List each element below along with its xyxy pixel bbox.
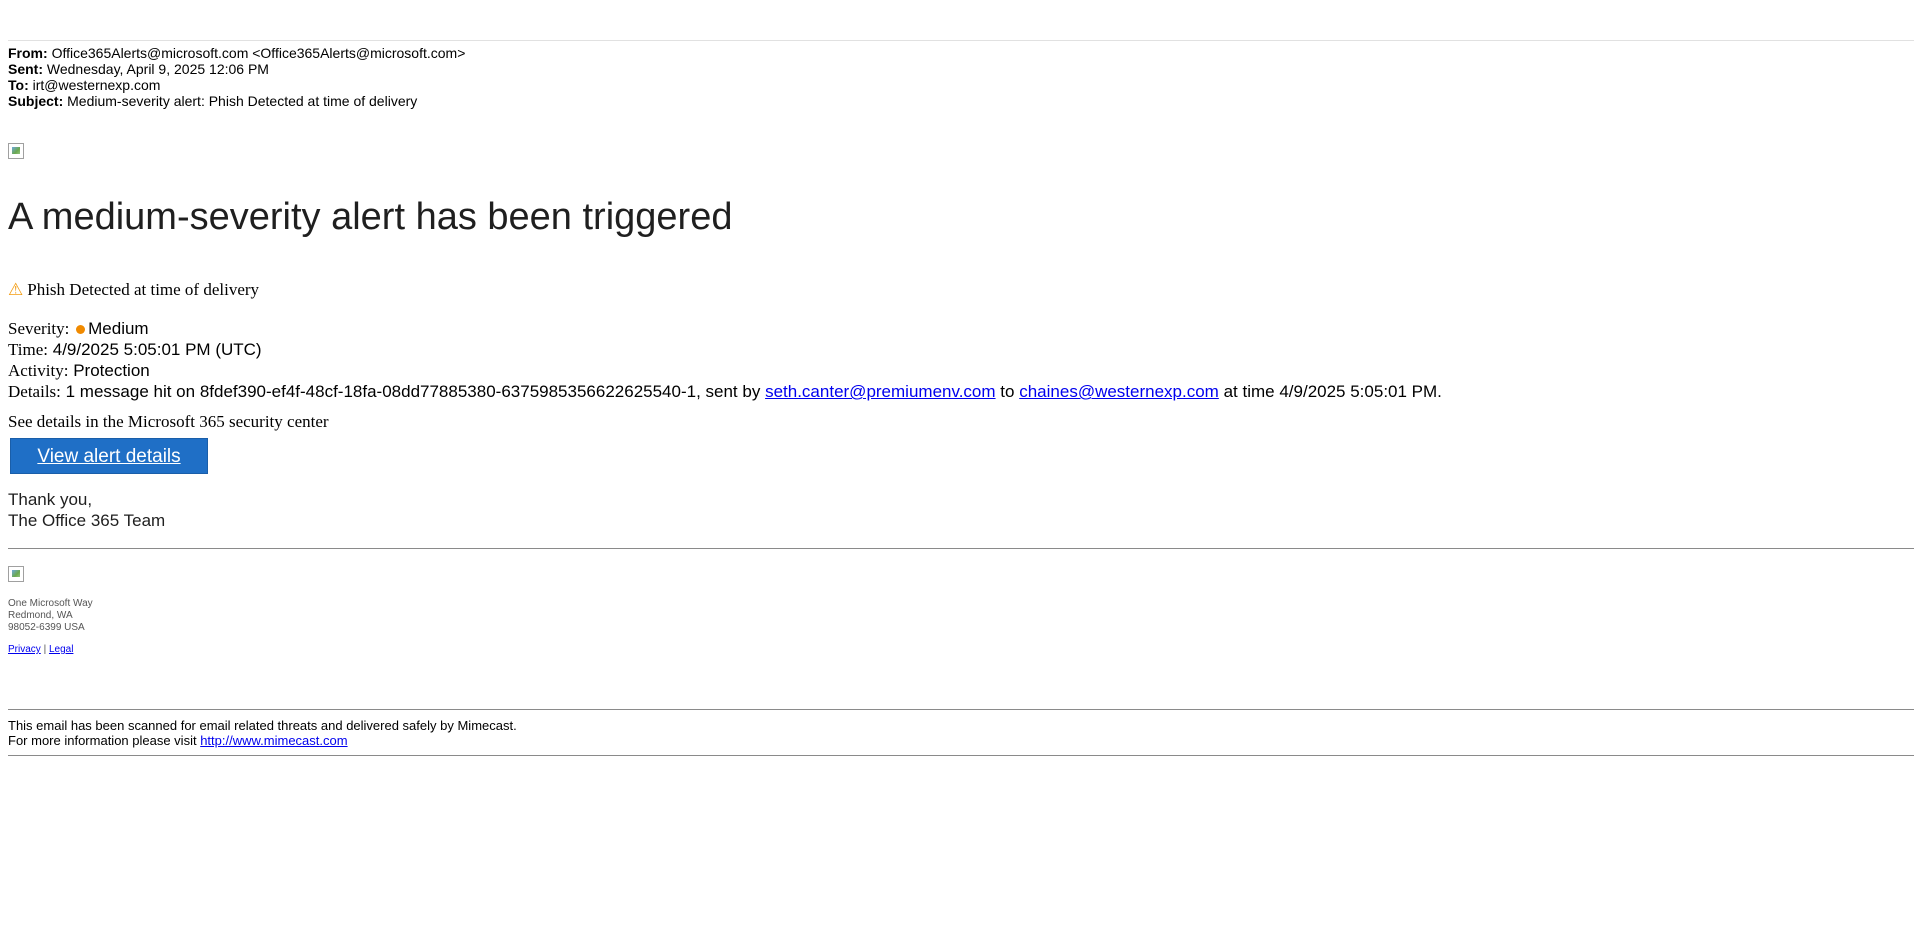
mimecast-top-divider	[8, 709, 1914, 710]
from-label: From:	[8, 45, 48, 61]
details-line: Details: 1 message hit on 8fdef390-ef4f-…	[8, 381, 1442, 402]
microsoft-footer-logo-image	[8, 566, 24, 582]
alert-name: ⚠ Phish Detected at time of delivery	[8, 279, 259, 301]
details-label: Details:	[8, 382, 61, 401]
sent-label: Sent:	[8, 61, 43, 77]
recipient-email-link[interactable]: chaines@westernexp.com	[1019, 382, 1219, 401]
to-label: To:	[8, 77, 29, 93]
to-line: To: irt@westernexp.com	[8, 77, 465, 93]
sent-value: Wednesday, April 9, 2025 12:06 PM	[46, 61, 269, 77]
subject-line: Subject: Medium-severity alert: Phish De…	[8, 93, 465, 109]
see-details-text: See details in the Microsoft 365 securit…	[8, 412, 329, 431]
severity-label: Severity:	[8, 319, 70, 338]
subject-label: Subject:	[8, 93, 64, 109]
to-value: irt@westernexp.com	[32, 77, 161, 93]
mimecast-bottom-divider	[8, 755, 1914, 756]
header-divider	[8, 40, 1914, 41]
mimecast-line-1: This email has been scanned for email re…	[8, 718, 517, 733]
mimecast-notice: This email has been scanned for email re…	[8, 718, 517, 748]
severity-line: Severity: Medium	[8, 318, 1442, 339]
address-line-3: 98052-6399 USA	[8, 622, 85, 633]
time-label: Time:	[8, 340, 49, 359]
footer-link-separator: |	[43, 644, 47, 655]
activity-value: Protection	[73, 361, 150, 380]
alert-details: Severity: Medium Time: 4/9/2025 5:05:01 …	[8, 318, 1442, 402]
from-value: Office365Alerts@microsoft.com <Office365…	[51, 45, 466, 61]
sender-email-link[interactable]: seth.canter@premiumenv.com	[765, 382, 995, 401]
mimecast-line-2: For more information please visit http:/…	[8, 733, 517, 748]
mimecast-link[interactable]: http://www.mimecast.com	[200, 733, 347, 748]
company-address: One Microsoft Way Redmond, WA 98052-6399…	[8, 598, 93, 634]
address-line-1: One Microsoft Way	[8, 598, 93, 609]
footer-links: Privacy | Legal	[8, 644, 73, 656]
warning-icon: ⚠	[8, 280, 24, 300]
page-title: A medium-severity alert has been trigger…	[8, 196, 733, 238]
time-value: 4/9/2025 5:05:01 PM (UTC)	[52, 340, 262, 359]
email-headers: From: Office365Alerts@microsoft.com <Off…	[8, 45, 465, 109]
details-to: to	[1000, 382, 1015, 401]
team-name: The Office 365 Team	[8, 511, 166, 530]
mimecast-line-2-text: For more information please visit	[8, 733, 197, 748]
activity-label: Activity:	[8, 361, 69, 380]
details-suffix: at time 4/9/2025 5:05:01 PM.	[1223, 382, 1442, 401]
address-line-2: Redmond, WA	[8, 610, 73, 621]
time-line: Time: 4/9/2025 5:05:01 PM (UTC)	[8, 339, 1442, 360]
severity-dot-icon	[76, 324, 86, 334]
from-line: From: Office365Alerts@microsoft.com <Off…	[8, 45, 465, 61]
subject-value: Medium-severity alert: Phish Detected at…	[67, 93, 418, 109]
sent-line: Sent: Wednesday, April 9, 2025 12:06 PM	[8, 61, 465, 77]
view-alert-details-label: View alert details	[37, 446, 181, 467]
activity-line: Activity: Protection	[8, 360, 1442, 381]
alert-name-text: Phish Detected at time of delivery	[27, 280, 260, 299]
view-alert-details-button[interactable]: View alert details	[10, 438, 208, 474]
footer-divider	[8, 548, 1914, 549]
legal-link[interactable]: Legal	[49, 644, 73, 655]
privacy-link[interactable]: Privacy	[8, 644, 41, 655]
severity-value: Medium	[88, 319, 149, 338]
signoff: Thank you, The Office 365 Team	[8, 489, 165, 531]
thank-you-text: Thank you,	[8, 490, 93, 509]
microsoft-logo-image	[8, 143, 24, 159]
details-prefix: 1 message hit on 8fdef390-ef4f-48cf-18fa…	[65, 382, 761, 401]
